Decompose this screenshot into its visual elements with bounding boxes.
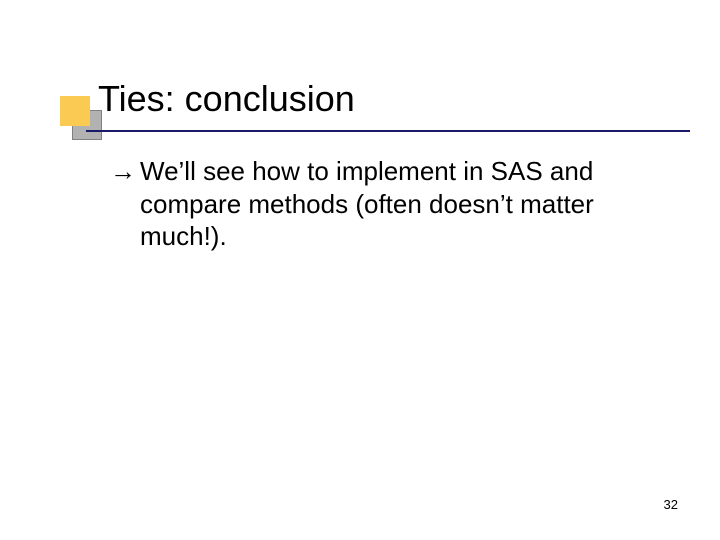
title-decor-orange-box [60, 96, 90, 126]
body-area: → We’ll see how to implement in SAS and … [110, 155, 650, 253]
title-area: Ties: conclusion [98, 78, 680, 120]
slide-title: Ties: conclusion [98, 78, 680, 120]
page-number: 32 [664, 497, 678, 512]
title-underline [86, 130, 690, 132]
bullet-item: → We’ll see how to implement in SAS and … [110, 155, 650, 253]
bullet-text: We’ll see how to implement in SAS and co… [140, 155, 650, 253]
slide: Ties: conclusion → We’ll see how to impl… [0, 0, 720, 540]
arrow-right-icon: → [110, 155, 136, 188]
